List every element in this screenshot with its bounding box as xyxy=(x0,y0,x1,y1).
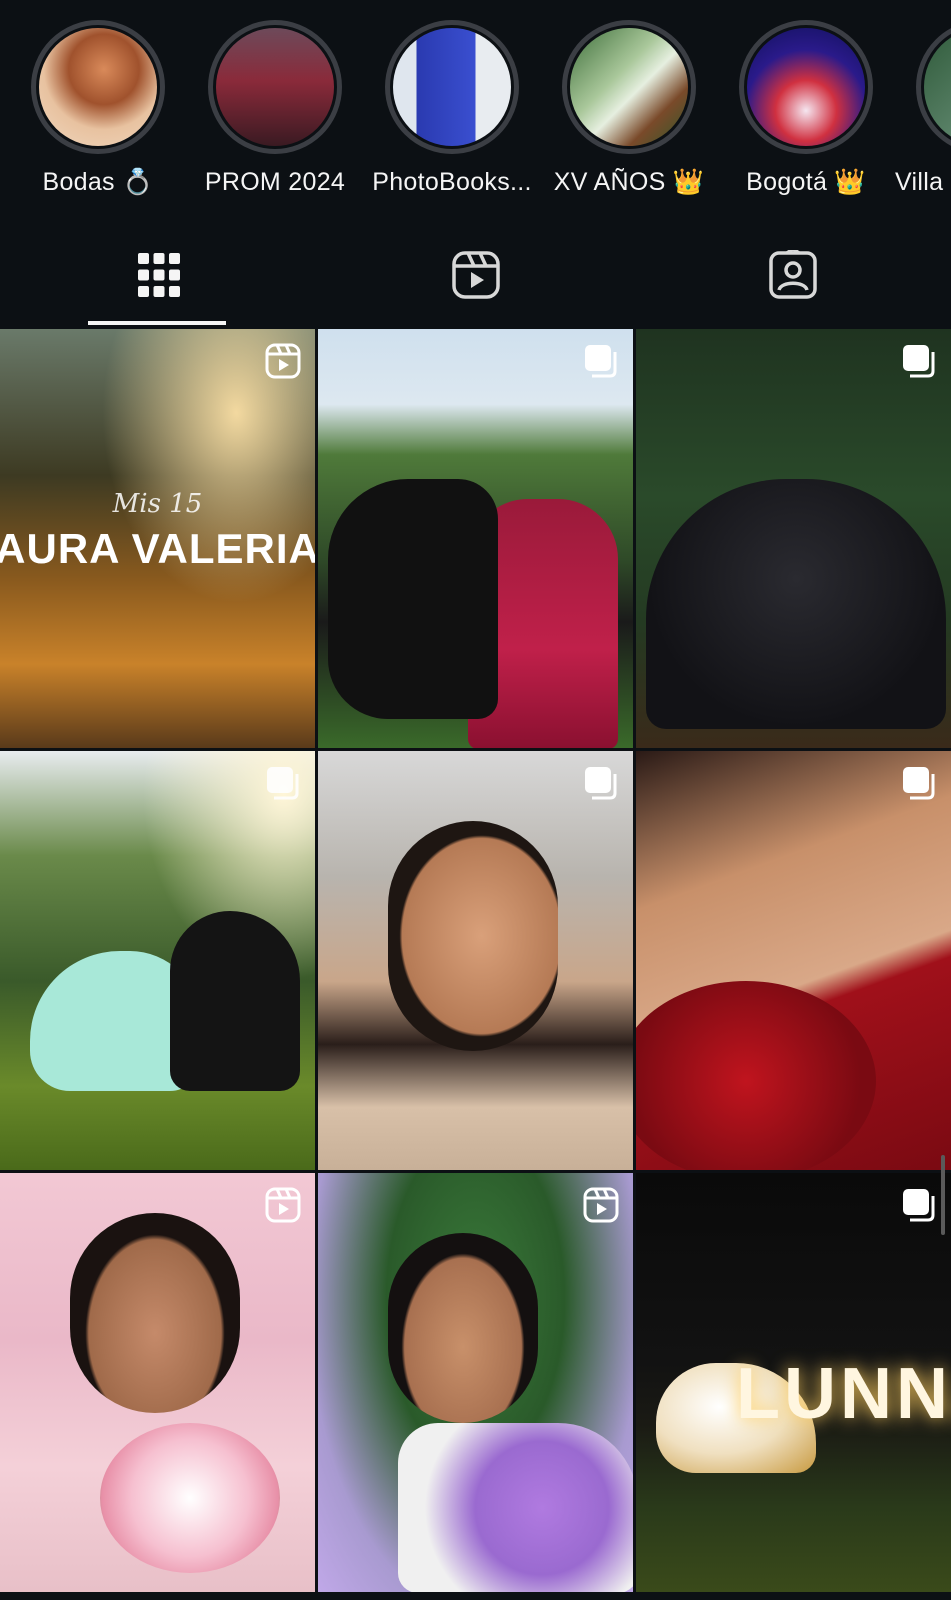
reels-icon xyxy=(451,251,500,299)
highlight-thumbnail xyxy=(393,28,511,146)
post-tile[interactable] xyxy=(636,751,951,1170)
highlight-thumbnail xyxy=(924,28,951,146)
tab-tagged[interactable] xyxy=(634,225,951,325)
highlight-label: Bodas 💍 xyxy=(42,168,154,196)
carousel-icon xyxy=(903,345,935,378)
carousel-icon xyxy=(267,767,299,800)
highlight-label: PhotoBooks... xyxy=(372,168,532,196)
reel-icon xyxy=(265,343,301,379)
grid-icon xyxy=(137,253,180,297)
highlight-ring xyxy=(562,20,696,154)
highlight-bodas[interactable]: Bodas 💍 xyxy=(10,20,186,197)
highlight-ring xyxy=(31,20,165,154)
post-tile[interactable] xyxy=(318,1173,633,1592)
post-tile[interactable]: LUNNA xyxy=(636,1173,951,1592)
highlight-label: PROM 2024 xyxy=(204,168,346,196)
highlight-prom-2024[interactable]: PROM 2024 xyxy=(187,20,363,197)
highlight-bogota[interactable]: Bogotá 👑 xyxy=(718,20,894,197)
tagged-icon xyxy=(768,250,817,299)
reel-icon xyxy=(583,1187,619,1223)
highlight-xv-anos[interactable]: XV AÑOS 👑 xyxy=(541,20,717,197)
highlight-photobooks[interactable]: PhotoBooks... xyxy=(364,20,540,197)
post-tile[interactable] xyxy=(0,751,315,1170)
bouquet-shape xyxy=(100,1423,280,1573)
highlight-thumbnail xyxy=(216,28,334,146)
carousel-icon xyxy=(903,1189,935,1222)
scroll-indicator[interactable] xyxy=(941,1155,945,1235)
post-tile[interactable] xyxy=(318,329,633,748)
post-tile[interactable] xyxy=(636,329,951,748)
highlight-label: Villa xyxy=(895,168,944,196)
profile-tabs xyxy=(0,225,951,325)
carousel-icon xyxy=(903,767,935,800)
dress-shape xyxy=(646,479,946,729)
highlight-thumbnail xyxy=(39,28,157,146)
highlight-ring xyxy=(385,20,519,154)
post-overlay-subtitle: Mis 15 xyxy=(112,489,203,519)
highlight-thumbnail xyxy=(747,28,865,146)
highlight-ring xyxy=(739,20,873,154)
highlight-label: XV AÑOS 👑 xyxy=(553,168,705,196)
highlight-ring xyxy=(916,20,951,154)
highlight-thumbnail xyxy=(570,28,688,146)
post-tile[interactable] xyxy=(0,1173,315,1592)
face-shape xyxy=(388,1233,538,1423)
story-highlights-row: Bodas 💍 PROM 2024 PhotoBooks... XV AÑOS … xyxy=(0,0,951,220)
post-tile[interactable] xyxy=(318,751,633,1170)
highlight-villa[interactable]: Villa xyxy=(895,20,951,197)
tab-reels[interactable] xyxy=(317,225,634,325)
carousel-icon xyxy=(585,767,617,800)
horse-shape xyxy=(170,911,300,1091)
bouquet-shape xyxy=(398,1423,633,1592)
reel-icon xyxy=(265,1187,301,1223)
face-shape xyxy=(388,821,558,1051)
highlight-label: Bogotá 👑 xyxy=(746,168,866,196)
carousel-icon xyxy=(585,345,617,378)
horse-shape xyxy=(328,479,498,719)
post-tile[interactable]: Mis 15 AURA VALERIA xyxy=(0,329,315,748)
tab-posts-grid[interactable] xyxy=(0,225,317,325)
highlight-ring xyxy=(208,20,342,154)
active-tab-indicator xyxy=(88,321,226,325)
posts-grid: Mis 15 AURA VALERIA LUNN xyxy=(0,329,951,1600)
face-shape xyxy=(70,1213,240,1413)
roses-shape xyxy=(636,981,876,1170)
post-overlay-title: LUNNA xyxy=(736,1354,951,1434)
post-overlay-title: AURA VALERIA xyxy=(0,525,315,572)
